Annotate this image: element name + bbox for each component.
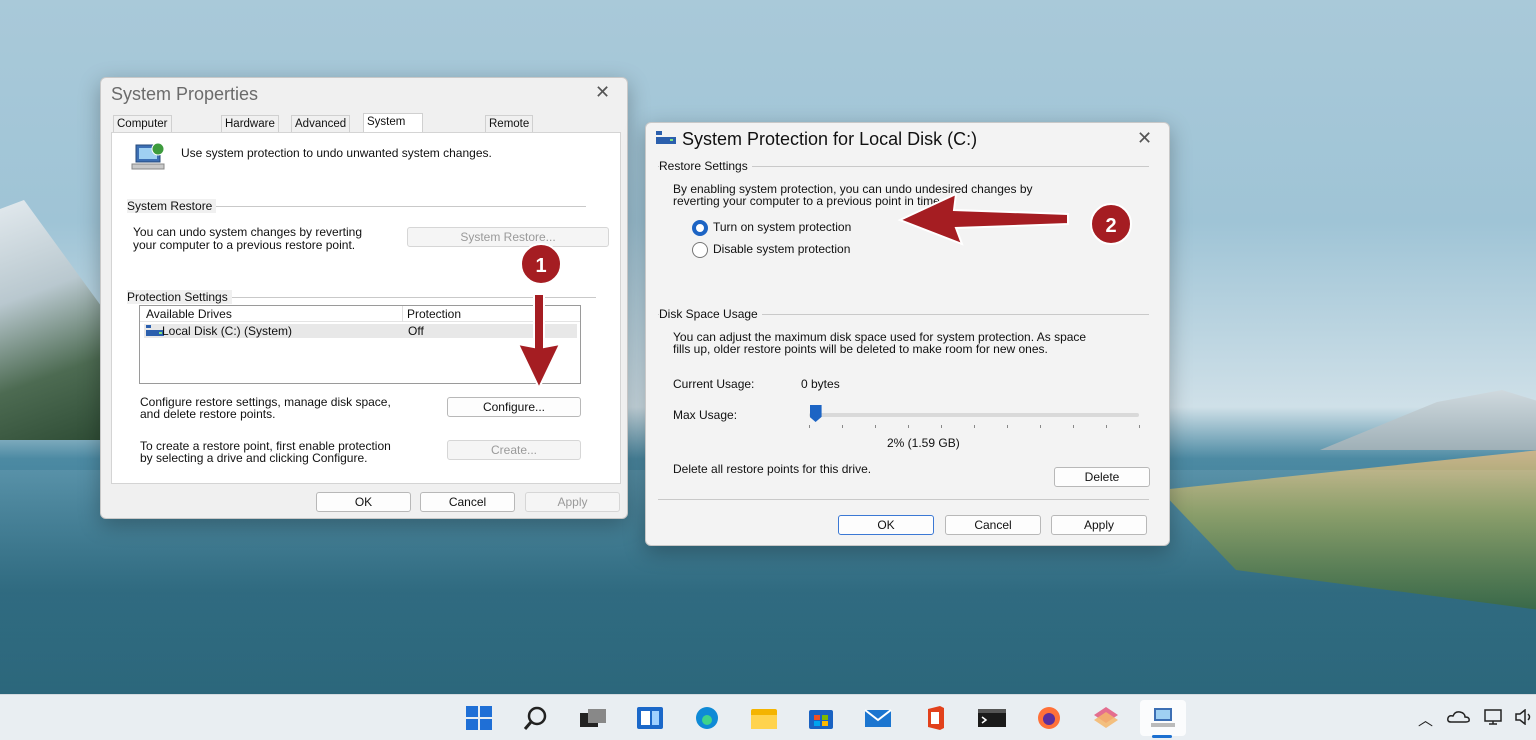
- slider-tick: [842, 425, 843, 428]
- step-2-arrow: [897, 192, 1069, 246]
- snipping-icon[interactable]: [1091, 705, 1121, 731]
- intro-text: Use system protection to undo unwanted s…: [181, 146, 492, 160]
- window-title: System Properties: [111, 84, 259, 104]
- max-usage-slider-track[interactable]: [809, 413, 1139, 417]
- disable-protection-radio[interactable]: [692, 242, 708, 258]
- system-protection-dialog: System Protection for Local Disk (C:) ✕ …: [645, 122, 1170, 546]
- tab-hardware[interactable]: Hardware: [221, 115, 279, 132]
- office-icon[interactable]: [920, 705, 950, 731]
- create-button[interactable]: Create...: [447, 440, 581, 460]
- chevron-up-icon[interactable]: ︿: [1418, 709, 1433, 730]
- delete-text: Delete all restore points for this drive…: [673, 462, 872, 476]
- ok-button[interactable]: OK: [316, 492, 411, 512]
- apply-button[interactable]: Apply: [525, 492, 620, 512]
- disk-space-desc-2: fills up, older restore points will be d…: [673, 342, 1048, 356]
- drive-name: Local Disk (C:) (System): [162, 324, 293, 338]
- restore-settings-group-title: Restore Settings: [659, 159, 752, 173]
- column-header-protection[interactable]: Protection: [407, 308, 461, 321]
- column-header-drives[interactable]: Available Drives: [146, 308, 232, 321]
- system-restore-button[interactable]: System Restore...: [407, 227, 609, 247]
- close-icon[interactable]: ✕: [1137, 128, 1152, 149]
- slider-tick: [1139, 425, 1140, 428]
- divider: [658, 499, 1149, 500]
- slider-tick: [908, 425, 909, 428]
- task-view-icon[interactable]: [578, 705, 608, 731]
- configure-text-2: and delete restore points.: [140, 407, 276, 421]
- current-usage-value: 0 bytes: [801, 377, 840, 391]
- turn-on-protection-label[interactable]: Turn on system protection: [713, 221, 851, 234]
- firefox-icon[interactable]: [1034, 705, 1064, 731]
- create-text-2: by selecting a drive and clicking Config…: [140, 451, 368, 465]
- start-icon[interactable]: [464, 705, 494, 731]
- ok-button[interactable]: OK: [838, 515, 934, 535]
- system-properties-icon[interactable]: [1148, 705, 1178, 731]
- system-restore-desc-2: your computer to a previous restore poin…: [133, 238, 356, 252]
- configure-button[interactable]: Configure...: [447, 397, 581, 417]
- cancel-button[interactable]: Cancel: [420, 492, 515, 512]
- onedrive-icon[interactable]: [1447, 710, 1471, 724]
- slider-tick: [1073, 425, 1074, 428]
- widgets-icon[interactable]: [635, 705, 665, 731]
- slider-tick: [1106, 425, 1107, 428]
- slider-tick: [974, 425, 975, 428]
- delete-button[interactable]: Delete: [1054, 467, 1150, 487]
- tab-computer-name[interactable]: Computer Name: [113, 115, 172, 146]
- terminal-icon[interactable]: [977, 705, 1007, 731]
- tab-remote[interactable]: Remote: [485, 115, 534, 132]
- slider-tick: [875, 425, 876, 428]
- max-usage-slider-thumb[interactable]: [809, 405, 822, 422]
- store-icon[interactable]: [806, 705, 836, 731]
- max-usage-label: Max Usage:: [673, 408, 738, 422]
- drive-icon: [656, 131, 676, 144]
- edge-icon[interactable]: [692, 705, 722, 731]
- active-app-indicator: [1152, 735, 1172, 738]
- step-1-arrow: [516, 293, 562, 391]
- slider-tick: [941, 425, 942, 428]
- search-icon[interactable]: [521, 705, 551, 731]
- close-icon[interactable]: ✕: [595, 82, 610, 103]
- protection-settings-group-title: Protection Settings: [127, 290, 232, 304]
- drive-protection-status: Off: [408, 324, 424, 338]
- system-protection-icon: [131, 142, 165, 170]
- turn-on-protection-radio[interactable]: [692, 220, 708, 236]
- disk-space-group-title: Disk Space Usage: [659, 307, 762, 321]
- step-2-badge: 2: [1090, 203, 1132, 245]
- tab-advanced[interactable]: Advanced: [291, 115, 351, 132]
- cancel-button[interactable]: Cancel: [945, 515, 1041, 535]
- current-usage-label: Current Usage:: [673, 377, 755, 391]
- disable-protection-label[interactable]: Disable system protection: [713, 243, 850, 256]
- dialog-title: System Protection for Local Disk (C:): [682, 129, 978, 149]
- apply-button[interactable]: Apply: [1051, 515, 1147, 535]
- taskbar: ︿: [0, 694, 1536, 740]
- step-1-badge: 1: [520, 243, 562, 285]
- mail-icon[interactable]: [863, 705, 893, 731]
- max-usage-value: 2% (1.59 GB): [887, 436, 960, 450]
- column-divider: [402, 306, 403, 322]
- slider-tick: [809, 425, 810, 428]
- file-explorer-icon[interactable]: [749, 705, 779, 731]
- volume-icon[interactable]: [1514, 709, 1534, 725]
- slider-tick: [1007, 425, 1008, 428]
- tab-system-protection[interactable]: System Protection: [363, 113, 423, 144]
- slider-tick: [1040, 425, 1041, 428]
- mountain-right: [1320, 390, 1536, 450]
- network-icon[interactable]: [1484, 708, 1506, 726]
- system-restore-group-title: System Restore: [127, 199, 217, 213]
